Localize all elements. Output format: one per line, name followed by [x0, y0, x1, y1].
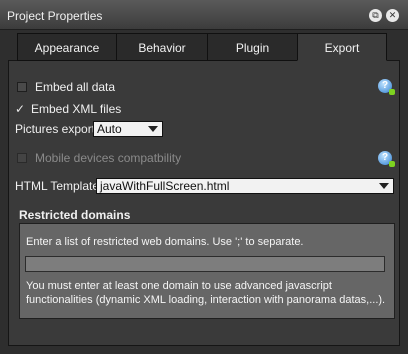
mobile-devices-checkbox[interactable]	[17, 153, 27, 163]
close-button[interactable]: ✕	[386, 9, 399, 22]
html-template-row: HTML Template	[15, 177, 99, 195]
html-template-value: javaWithFullScreen.html	[100, 179, 230, 193]
title-bar: Project Properties ⧉ ✕	[0, 0, 408, 30]
restricted-domains-box: Enter a list of restricted web domains. …	[19, 223, 395, 319]
restore-button[interactable]: ⧉	[369, 9, 382, 22]
chevron-down-icon	[148, 126, 158, 132]
checkmark-icon[interactable]: ✓	[15, 103, 27, 115]
tab-appearance[interactable]: Appearance	[17, 33, 117, 61]
embed-all-data-checkbox[interactable]	[17, 82, 27, 92]
pictures-export-label: Pictures export	[15, 122, 96, 136]
restricted-domains-note: You must enter at least one domain to us…	[26, 280, 386, 306]
help-icon[interactable]: ?	[378, 151, 395, 167]
restricted-domains-title: Restricted domains	[19, 208, 131, 222]
embed-xml-files-label: Embed XML files	[31, 102, 122, 116]
tab-bar: Appearance Behavior Plugin Export	[17, 33, 387, 61]
restricted-domains-hint: Enter a list of restricted web domains. …	[26, 236, 304, 248]
tab-plugin[interactable]: Plugin	[207, 33, 298, 61]
pictures-export-value: Auto	[97, 122, 122, 136]
chevron-down-icon	[379, 183, 389, 189]
mobile-devices-row: Mobile devices compatbility	[17, 149, 181, 167]
html-template-label: HTML Template	[15, 179, 100, 193]
window-title: Project Properties	[7, 9, 103, 23]
pictures-export-select[interactable]: Auto	[93, 121, 163, 137]
tab-export[interactable]: Export	[297, 33, 387, 61]
mobile-devices-label: Mobile devices compatbility	[35, 151, 182, 165]
pictures-export-row: Pictures export	[15, 120, 95, 138]
embed-all-data-label: Embed all data	[35, 80, 116, 94]
domain-input[interactable]	[25, 256, 385, 272]
tab-behavior[interactable]: Behavior	[116, 33, 208, 61]
export-panel: Embed all data ? ✓ Embed XML files Pictu…	[8, 60, 400, 346]
embed-all-data-row: Embed all data	[17, 78, 115, 96]
html-template-select[interactable]: javaWithFullScreen.html	[96, 178, 394, 194]
embed-xml-files-row: ✓ Embed XML files	[15, 100, 121, 118]
help-icon[interactable]: ?	[378, 79, 395, 95]
